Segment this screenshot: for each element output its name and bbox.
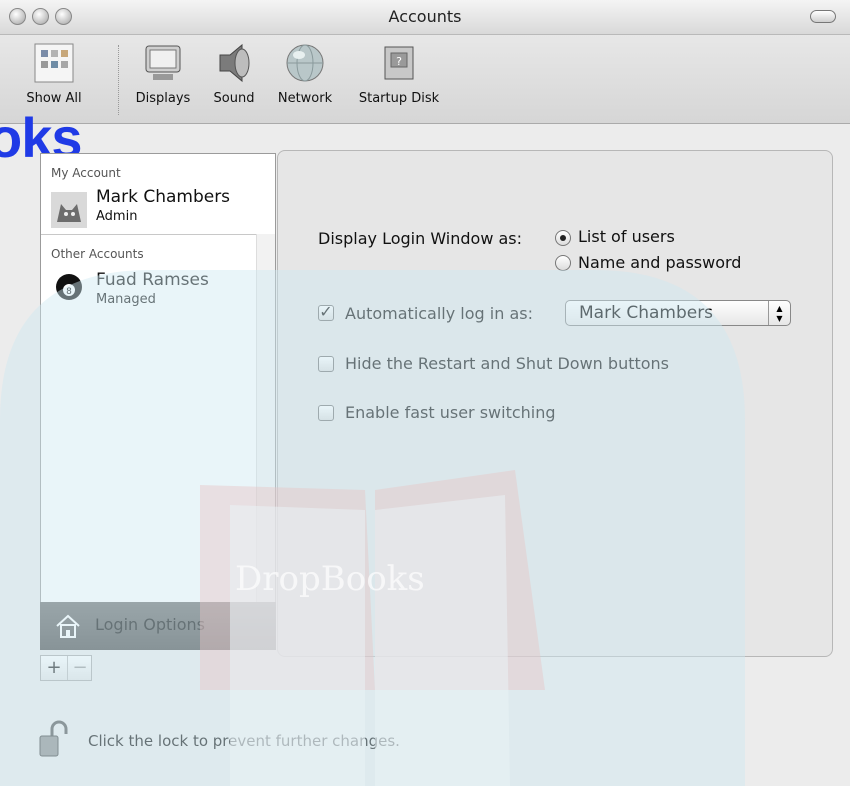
account-name: Mark Chambers <box>96 187 231 207</box>
login-options-panel: Display Login Window as: List of users N… <box>277 150 833 657</box>
show-all-icon <box>32 41 76 85</box>
display-login-label: Display Login Window as: <box>318 229 523 248</box>
account-name: Fuad Ramses <box>96 270 209 290</box>
show-all-label: Show All <box>26 91 82 106</box>
login-options-label: Login Options <box>95 615 205 634</box>
fast-switching-checkbox[interactable] <box>318 405 334 421</box>
auto-login-user-select[interactable]: Mark Chambers ▲ ▼ <box>565 300 791 326</box>
speaker-icon <box>212 41 256 85</box>
cat-avatar-icon <box>51 192 87 228</box>
other-accounts-header: Other Accounts <box>51 247 144 261</box>
login-options-item[interactable]: Login Options <box>40 602 276 650</box>
radio-name-and-password[interactable] <box>555 255 571 271</box>
toolbar-sound[interactable]: Sound <box>206 41 262 106</box>
chevron-up-down-icon: ▲ ▼ <box>768 301 790 325</box>
accounts-window: Accounts Show All Displays Sound Network… <box>0 0 850 786</box>
radio-list-of-users-label: List of users <box>578 227 675 246</box>
title-bar: Accounts <box>0 0 850 35</box>
network-label: Network <box>277 91 333 106</box>
list-scrollbar[interactable] <box>256 234 275 604</box>
my-account-header: My Account <box>51 166 121 180</box>
house-icon <box>55 613 81 639</box>
content-area: My Account Mark Chambers Admin Other Acc… <box>10 135 840 775</box>
add-remove-control: + − <box>40 655 92 681</box>
toolbar-show-all[interactable]: Show All <box>14 41 94 106</box>
accounts-list[interactable]: My Account Mark Chambers Admin Other Acc… <box>40 153 276 650</box>
toolbar-toggle-button[interactable] <box>810 10 836 23</box>
radio-list-of-users[interactable] <box>555 230 571 246</box>
globe-icon <box>283 41 327 85</box>
window-title: Accounts <box>388 7 462 26</box>
toolbar-startup-disk[interactable]: ? Startup Disk <box>350 41 448 106</box>
hide-restart-checkbox[interactable] <box>318 356 334 372</box>
add-account-button[interactable]: + <box>41 656 68 680</box>
remove-account-button[interactable]: − <box>67 656 93 680</box>
svg-text:8: 8 <box>66 287 72 297</box>
auto-login-label: Automatically log in as: <box>345 304 533 323</box>
sound-label: Sound <box>213 91 255 106</box>
startup-disk-icon: ? <box>377 41 421 85</box>
lock-instructions: Click the lock to prevent further change… <box>88 732 400 750</box>
eight-ball-avatar-icon: 8 <box>54 272 84 302</box>
svg-text:?: ? <box>396 55 402 68</box>
lock-icon[interactable] <box>38 720 70 758</box>
auto-login-checkbox[interactable]: ✓ <box>318 304 334 321</box>
displays-label: Displays <box>135 91 191 106</box>
account-role: Managed <box>96 292 156 307</box>
radio-name-and-password-label: Name and password <box>578 253 742 272</box>
list-divider <box>41 234 275 235</box>
auto-login-user-value: Mark Chambers <box>579 303 714 323</box>
display-icon <box>141 41 185 85</box>
hide-restart-label: Hide the Restart and Shut Down buttons <box>345 354 670 373</box>
startup-disk-label: Startup Disk <box>358 91 440 106</box>
account-role: Admin <box>96 209 138 224</box>
toolbar-displays[interactable]: Displays <box>128 41 198 106</box>
toolbar: Show All Displays Sound Network ? Startu… <box>0 35 850 169</box>
toolbar-separator <box>118 45 120 115</box>
toolbar-network[interactable]: Network <box>268 41 342 106</box>
fast-switching-label: Enable fast user switching <box>345 403 556 422</box>
